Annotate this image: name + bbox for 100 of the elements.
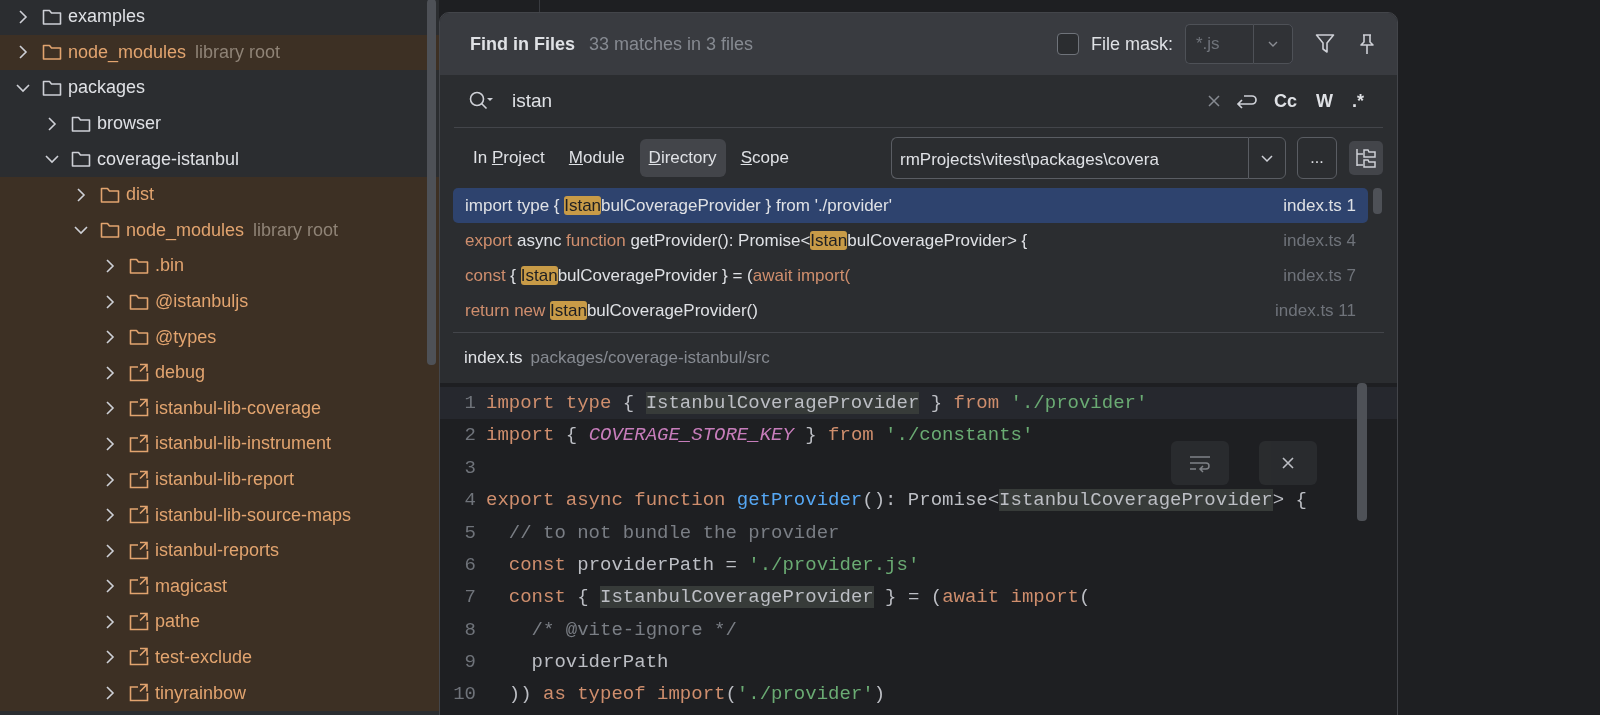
close-icon[interactable] [1259, 441, 1317, 485]
linked-folder-icon [129, 398, 149, 419]
match-line: export async function getProvider(): Promise<IstanbulCoverageProvider> { [465, 229, 1028, 252]
scrollbar[interactable] [1357, 383, 1367, 521]
folder-name: magicast [155, 574, 228, 598]
folder-name: examples [68, 5, 146, 29]
tree-item[interactable]: tinyrainbow [0, 675, 439, 711]
line-number: 1 [463, 390, 477, 416]
tree-item[interactable]: @istanbuljs [0, 283, 439, 320]
line-number: 8 [463, 617, 477, 643]
line-number: 3 [463, 455, 477, 481]
tree-item[interactable]: istanbul-lib-coverage [0, 390, 439, 427]
scope-tab[interactable]: Directory [639, 139, 726, 177]
folder-icon [71, 149, 91, 170]
browse-button[interactable]: ... [1297, 137, 1337, 179]
scrollbar[interactable] [427, 0, 436, 365]
tree-item[interactable]: istanbul-lib-instrument [0, 426, 439, 462]
tree-item[interactable]: istanbul-lib-source-maps [0, 497, 439, 533]
library-root-label: library root [195, 40, 281, 64]
soft-wrap-icon[interactable] [1171, 441, 1229, 485]
result-row[interactable]: return new IstanbulCoverageProvider() index.ts 11 [453, 293, 1368, 328]
tree-item[interactable]: coverage-istanbul [0, 141, 439, 177]
match-line: import type { IstanbulCoverageProvider } from './provider' [465, 194, 892, 217]
tree-item[interactable]: istanbul-lib-report [0, 461, 439, 498]
folder-name: tinyrainbow [155, 681, 247, 705]
file-location: index.ts 7 [1283, 264, 1356, 287]
code-line: import { COVERAGE_STORE_KEY } from './constants' [486, 423, 1034, 449]
match-line: return new IstanbulCoverageProvider() [465, 299, 758, 322]
option-toggle[interactable]: .* [1347, 85, 1369, 117]
file-location: index.ts 4 [1283, 229, 1356, 252]
folder-name: @types [155, 325, 217, 349]
tree-item[interactable]: .bin [0, 248, 439, 284]
scope-tab[interactable]: In Project [464, 139, 554, 177]
linked-folder-icon [129, 505, 149, 526]
code-line: export async function getProvider(): Promise<IstanbulCoverageProvider> { [486, 488, 1307, 514]
tree-item[interactable]: debug [0, 354, 439, 391]
tree-item[interactable]: node_modules library root [0, 34, 439, 71]
tree-item[interactable]: dist [0, 176, 439, 213]
preview-file-name: index.ts [464, 347, 523, 370]
tree-item[interactable]: browser [0, 105, 439, 142]
file-location: index.ts 11 [1275, 299, 1356, 322]
file-mask-label: File mask: [1091, 32, 1173, 56]
result-row[interactable]: export async function getProvider(): Promise<IstanbulCoverageProvider> { index.ts 4 [453, 223, 1368, 258]
line-number: 9 [463, 650, 477, 676]
file-mask-checkbox[interactable] [1057, 33, 1079, 55]
folder-name: istanbul-lib-source-maps [155, 503, 352, 527]
line-number: 4 [463, 488, 477, 514]
tree-item[interactable]: node_modules library root [0, 212, 439, 249]
code-line: const { IstanbulCoverageProvider } = (await import( [507, 585, 1091, 611]
scope-tab[interactable]: Module [559, 139, 634, 177]
result-row[interactable]: import type { IstanbulCoverageProvider } from './provider' index.ts 1 [453, 188, 1368, 223]
search-icon[interactable] [468, 90, 494, 112]
scope-tab[interactable]: Scope [731, 139, 798, 177]
folder-name: pathe [155, 610, 201, 634]
library-root-label: library root [253, 218, 339, 242]
preview-file-path: packages/coverage-istanbul/src [530, 347, 770, 370]
line-number: 10 [452, 682, 477, 708]
match-summary: 33 matches in 3 files [589, 32, 754, 56]
line-number: 2 [463, 423, 477, 449]
filter-icon[interactable] [1315, 33, 1335, 55]
code-line: /* @vite-ignore */ [530, 617, 737, 643]
linked-folder-icon [129, 540, 149, 561]
file-tree-icon[interactable] [1349, 141, 1383, 175]
linked-folder-icon [129, 433, 149, 454]
tree-item[interactable]: istanbul-reports [0, 532, 439, 569]
directory-field[interactable]: rmProjects\vitest\packages\covera [891, 137, 1248, 179]
folder-name: node_modules [68, 40, 187, 65]
folder-name: istanbul-reports [155, 539, 280, 563]
tree-item[interactable]: magicast [0, 568, 439, 605]
folder-icon [42, 78, 62, 98]
result-row[interactable]: const { IstanbulCoverageProvider } = (await import( index.ts 7 [453, 258, 1368, 293]
line-number: 7 [463, 585, 477, 611]
folder-name: istanbul-lib-report [155, 468, 295, 491]
folder-name: .bin [155, 254, 185, 278]
tree-item[interactable]: examples [0, 0, 439, 35]
folder-name: istanbul-lib-instrument [155, 432, 332, 456]
option-toggle[interactable]: W [1311, 85, 1338, 117]
scrollbar[interactable] [1373, 188, 1382, 214]
file-location: index.ts 1 [1283, 194, 1356, 217]
tree-item[interactable]: pathe [0, 604, 439, 640]
tree-item[interactable]: @types [0, 319, 439, 355]
option-toggle[interactable]: Cc [1268, 85, 1302, 117]
line-number: 6 [463, 552, 477, 578]
code-line: // to not bundle the provider [507, 520, 840, 546]
popup-title: Find in Files [470, 32, 575, 56]
folder-name: node_modules [126, 218, 245, 243]
folder-name: packages [68, 76, 146, 100]
tree-item[interactable]: packages [0, 70, 439, 106]
folder-name: debug [155, 361, 206, 385]
tree-item[interactable]: test-exclude [0, 639, 439, 676]
folder-name: dist [126, 183, 154, 207]
linked-folder-icon [129, 611, 149, 632]
search-field[interactable]: istan [512, 86, 553, 116]
match-line: const { IstanbulCoverageProvider } = (await import( [465, 264, 851, 287]
file-mask-field[interactable]: *.js [1185, 24, 1253, 64]
folder-name: test-exclude [155, 646, 253, 669]
linked-folder-icon [129, 469, 149, 490]
code-line: )) as typeof import('./provider') [507, 682, 886, 708]
pin-icon[interactable] [1357, 33, 1377, 55]
linked-folder-icon [129, 683, 149, 704]
